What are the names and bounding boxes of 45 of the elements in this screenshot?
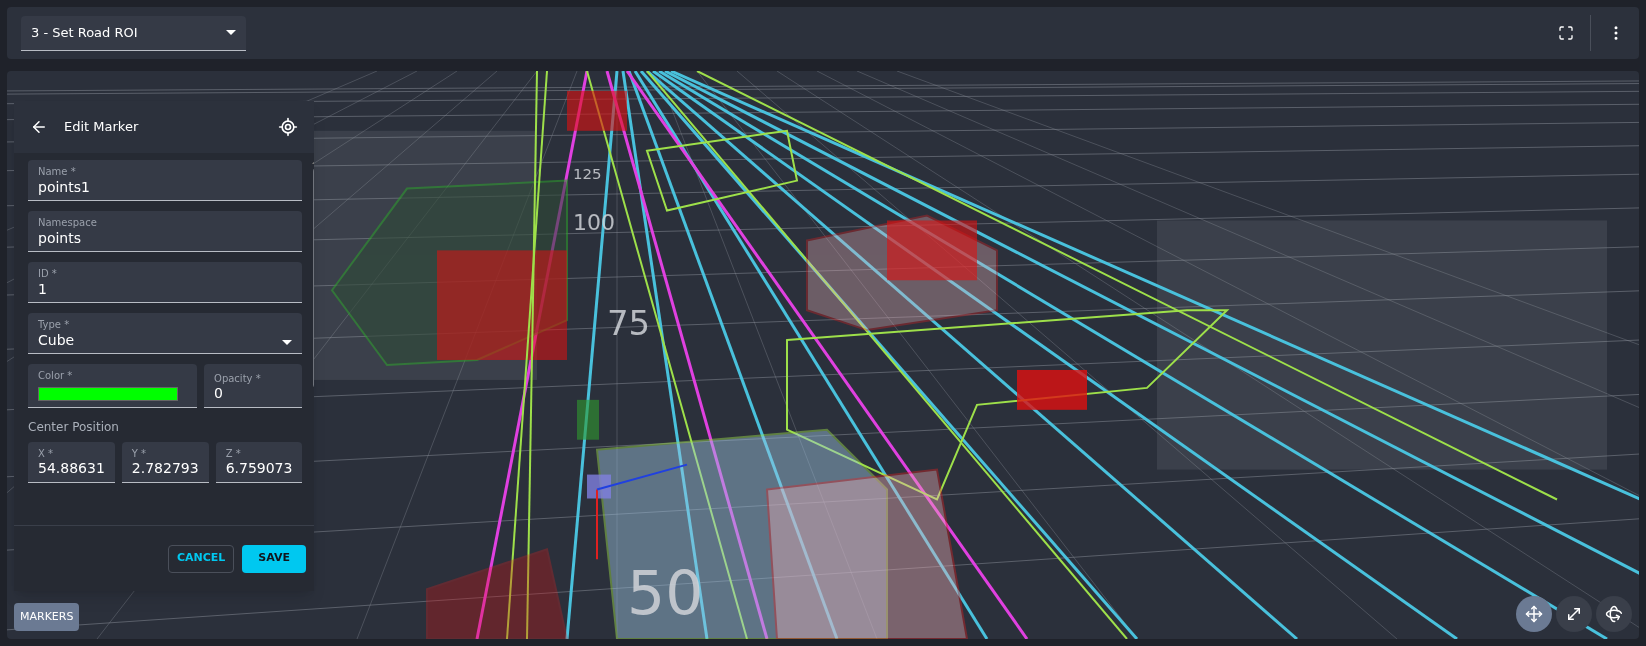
field-label: Opacity *	[214, 372, 261, 385]
step-select[interactable]: 3 - Set Road ROI	[21, 15, 246, 51]
rotate-icon	[1605, 605, 1623, 623]
input-field[interactable]: Opacity * 0	[204, 364, 303, 408]
field-value: 2.782793	[131, 460, 199, 478]
input-field[interactable]: Name * points1	[28, 160, 303, 201]
field-label: Y *	[131, 447, 148, 460]
field-label: Z *	[225, 447, 242, 460]
save-button[interactable]: SAVE	[242, 544, 306, 573]
section-heading: Center Position	[28, 418, 120, 436]
field-label: ID *	[38, 268, 57, 281]
target-icon[interactable]	[278, 117, 298, 137]
field-label: Namespace	[38, 217, 97, 230]
field-value: 54.88631	[38, 460, 105, 478]
dropdown-caret-icon	[282, 340, 293, 345]
input-field[interactable]: Z * 6.759073	[215, 441, 303, 483]
diagonal-arrows-icon	[1565, 605, 1583, 623]
field-value: points	[38, 229, 82, 247]
panel-title: Edit Marker	[64, 118, 140, 137]
field-value: points1	[38, 178, 90, 196]
input-field[interactable]: Type * Cube	[28, 313, 303, 354]
field-value: 0	[214, 385, 224, 403]
distance-label: 125	[573, 164, 602, 183]
orbit-tool-button[interactable]	[1596, 596, 1632, 632]
distance-label: 75	[607, 303, 651, 344]
input-field[interactable]: Color *	[28, 364, 197, 408]
zoom-tool-button[interactable]	[1556, 596, 1592, 632]
move-arrows-icon	[1525, 605, 1543, 623]
dropdown-caret-icon	[226, 30, 236, 35]
field-label: Type *	[38, 319, 71, 332]
fullscreen-icon[interactable]	[1558, 25, 1574, 41]
input-field[interactable]: Namespace points	[28, 211, 303, 252]
field-value: Cube	[38, 331, 75, 349]
distance-label: 50	[627, 558, 704, 629]
field-value: 6.759073	[225, 460, 293, 478]
field-label: Name *	[38, 166, 77, 179]
input-field[interactable]: Y * 2.782793	[121, 441, 209, 483]
field-label: Color *	[38, 370, 74, 383]
input-field[interactable]: X * 54.88631	[28, 441, 115, 483]
pan-tool-button[interactable]	[1516, 596, 1552, 632]
cancel-button[interactable]: CANCEL	[167, 544, 235, 573]
input-field[interactable]: ID * 1	[28, 262, 303, 303]
field-label: X *	[38, 447, 55, 460]
markers-button[interactable]: MARKERS	[14, 603, 80, 631]
field-value: 1	[38, 280, 48, 298]
